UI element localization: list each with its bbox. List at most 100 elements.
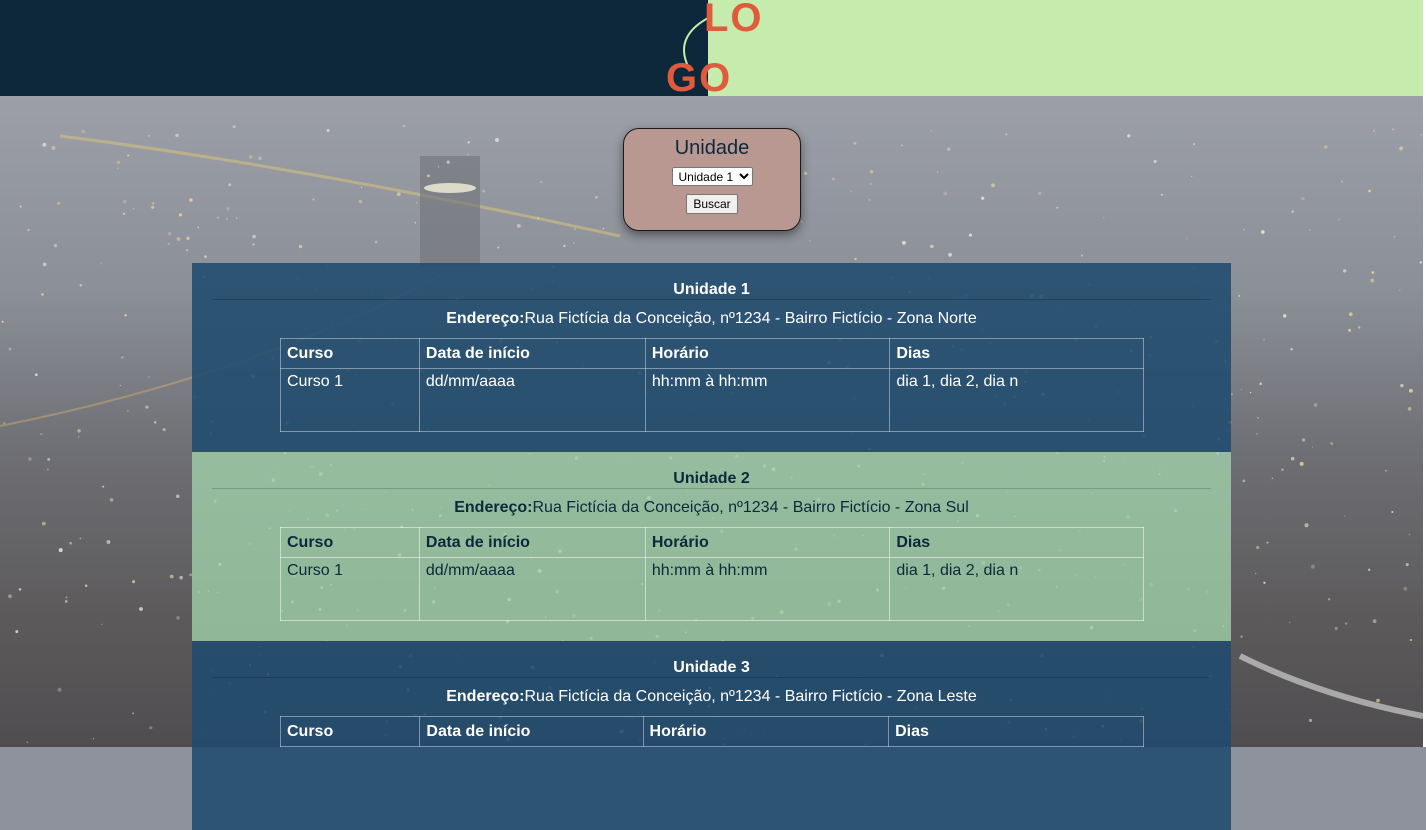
- city-light: [109, 498, 114, 502]
- courses-table: Curso Data de início Horário Dias Curso …: [280, 527, 1144, 621]
- city-light: [132, 580, 136, 584]
- city-light: [1348, 328, 1352, 332]
- unit-search-panel: Unidade Unidade 1 Buscar: [623, 128, 801, 231]
- city-light: [312, 198, 315, 201]
- city-light: [1392, 128, 1394, 130]
- city-light: [1102, 216, 1105, 219]
- city-light: [162, 428, 166, 432]
- divider: [212, 299, 1211, 300]
- city-light: [869, 182, 872, 186]
- city-light: [868, 198, 871, 201]
- city-light: [145, 405, 149, 409]
- city-light: [1313, 403, 1318, 407]
- city-light: [204, 255, 207, 258]
- column-header-dias: Dias: [889, 338, 1144, 369]
- city-light: [120, 355, 124, 359]
- city-light: [1304, 523, 1309, 528]
- city-light: [178, 213, 183, 217]
- city-light: [1289, 621, 1291, 624]
- city-light: [602, 227, 605, 230]
- logo[interactable]: LO GO: [664, 0, 764, 98]
- city-light: [1240, 635, 1243, 638]
- city-light: [1290, 348, 1293, 351]
- search-title: Unidade: [674, 137, 750, 159]
- city-light: [1249, 391, 1252, 394]
- city-light: [258, 156, 262, 161]
- table-header-row: Curso Data de início Horário Dias: [279, 716, 1144, 747]
- city-light: [930, 244, 934, 249]
- city-light: [1344, 622, 1348, 625]
- unit-select[interactable]: Unidade 1: [671, 167, 753, 186]
- city-light: [127, 154, 130, 157]
- city-light: [1291, 210, 1294, 213]
- city-light: [42, 142, 47, 147]
- city-light: [1056, 206, 1059, 209]
- city-light: [1256, 433, 1258, 435]
- city-light: [1324, 145, 1328, 149]
- header-right-panel: [708, 0, 1423, 96]
- city-light: [1255, 572, 1257, 575]
- city-light: [1281, 468, 1284, 471]
- city-light: [482, 189, 486, 193]
- city-light: [803, 171, 808, 176]
- address-value: Rua Fictícia da Conceição, nº1234 - Bair…: [524, 688, 977, 705]
- city-light: [1327, 598, 1331, 601]
- search-button[interactable]: Buscar: [686, 194, 738, 214]
- city-light: [573, 227, 577, 231]
- city-light: [226, 217, 229, 220]
- city-light: [1301, 438, 1306, 442]
- city-light: [1263, 338, 1266, 341]
- unit-address: Endereço:Rua Fictícia da Conceição, nº12…: [192, 499, 1231, 517]
- cell-dias: dia 1, dia 2, dia n: [889, 368, 1144, 432]
- city-light: [8, 594, 12, 599]
- city-light: [189, 198, 193, 202]
- city-light: [1385, 469, 1387, 472]
- city-light: [216, 216, 220, 219]
- city-light: [197, 226, 200, 229]
- city-light: [169, 574, 174, 579]
- city-light: [28, 457, 32, 461]
- city-light: [1160, 193, 1164, 196]
- city-light: [947, 147, 951, 151]
- city-light: [516, 223, 521, 228]
- city-light: [936, 171, 939, 173]
- city-light: [901, 240, 906, 245]
- unit-address: Endereço:Rua Fictícia da Conceição, nº12…: [192, 688, 1231, 706]
- city-light: [1240, 388, 1243, 391]
- city-light: [176, 615, 180, 620]
- city-light: [573, 242, 575, 244]
- column-header-data: Data de início: [418, 338, 646, 369]
- city-light: [800, 220, 803, 223]
- city-light: [298, 244, 303, 249]
- city-light: [809, 240, 811, 242]
- divider: [212, 488, 1211, 489]
- city-light: [1367, 568, 1371, 572]
- city-light: [1399, 289, 1401, 291]
- unit-section: Unidade 2 Endereço:Rua Fictícia da Conce…: [192, 452, 1231, 641]
- city-light: [360, 186, 363, 189]
- city-light: [126, 409, 129, 412]
- unit-name: Unidade 1: [673, 281, 750, 298]
- city-light: [1393, 235, 1396, 238]
- city-light: [1400, 383, 1404, 388]
- column-header-horario: Horário: [644, 338, 891, 369]
- city-light: [65, 596, 68, 599]
- city-light: [47, 457, 51, 461]
- city-light: [151, 202, 155, 205]
- city-light: [446, 160, 450, 164]
- city-light: [149, 726, 153, 730]
- city-light: [119, 384, 121, 387]
- city-light: [374, 240, 378, 244]
- city-light: [122, 212, 126, 215]
- city-light: [1420, 134, 1422, 136]
- city-light: [495, 138, 499, 142]
- city-light: [69, 541, 72, 545]
- city-light: [175, 133, 179, 138]
- city-light: [26, 741, 28, 743]
- city-light: [1309, 229, 1311, 231]
- city-light: [1342, 269, 1347, 273]
- column-header-dias: Dias: [889, 527, 1144, 558]
- table-header-row: Curso Data de início Horário Dias: [280, 527, 1144, 558]
- address-label: Endereço:: [446, 688, 525, 705]
- city-light: [1330, 442, 1334, 445]
